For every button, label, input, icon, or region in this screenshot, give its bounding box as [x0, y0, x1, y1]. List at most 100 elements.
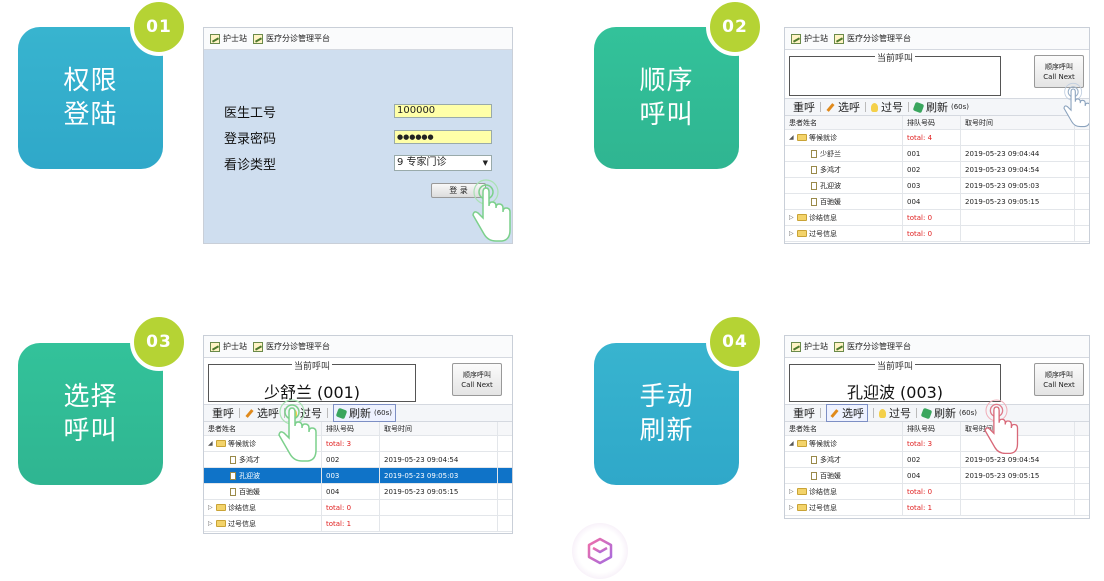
- bulb-icon: [290, 408, 297, 418]
- document-icon: [230, 455, 236, 464]
- patient-row[interactable]: 多鸿才 002 2019-05-23 09:04:54: [204, 452, 512, 468]
- nurse-station-tab[interactable]: 护士站: [210, 341, 247, 352]
- expand-down-icon: ◢: [208, 440, 213, 447]
- action-bar: 重呼 选呼 过号 刷新 (60s): [785, 404, 1089, 422]
- patient-row-selected[interactable]: 孔迎波 003 2019-05-23 09:05:03: [204, 468, 512, 484]
- current-call-legend: 当前呼叫: [874, 51, 916, 64]
- group-row-done[interactable]: ▷ 诊结信息 total: 0: [204, 500, 512, 516]
- call-window-select: 护士站 医疗分诊管理平台 当前呼叫 少舒兰 (001) 顺序呼叫 Call Ne…: [203, 335, 513, 534]
- toolbar: 护士站 医疗分诊管理平台: [785, 28, 1089, 50]
- platform-tab[interactable]: 医疗分诊管理平台: [253, 341, 330, 352]
- current-call-legend: 当前呼叫: [291, 359, 333, 372]
- skip-button[interactable]: 过号: [871, 99, 903, 115]
- select-call-button[interactable]: 选呼: [826, 99, 860, 115]
- password-label: 登录密码: [224, 132, 277, 147]
- current-call-box: 当前呼叫 少舒兰 (001): [208, 359, 416, 402]
- current-call-box: 当前呼叫: [789, 51, 1001, 96]
- nurse-station-icon: [210, 33, 220, 44]
- folder-icon: [216, 504, 226, 511]
- separator: [916, 408, 917, 418]
- cube-logo-icon: [587, 537, 613, 565]
- nurse-station-icon: [791, 33, 801, 44]
- call-next-button[interactable]: 顺序呼叫 Call Next: [1034, 55, 1084, 88]
- grid-header: 患者姓名 排队号码 取号时间: [785, 422, 1089, 436]
- skip-button[interactable]: 过号: [290, 405, 322, 421]
- platform-tab[interactable]: 医疗分诊管理平台: [834, 33, 911, 44]
- separator: [820, 102, 821, 112]
- expand-down-icon: ◢: [789, 440, 794, 447]
- visit-type-select[interactable]: 9 专家门诊 ▼: [394, 155, 492, 171]
- recall-button[interactable]: 重呼: [212, 405, 234, 421]
- patient-row[interactable]: 多鸿才 002 2019-05-23 09:04:54: [785, 162, 1089, 178]
- nurse-station-tab[interactable]: 护士站: [791, 33, 828, 44]
- group-row-waiting[interactable]: ◢ 等候就诊 total: 3: [204, 436, 512, 452]
- call-next-button[interactable]: 顺序呼叫 Call Next: [452, 363, 502, 396]
- step-badge: 03: [130, 313, 188, 371]
- expand-right-icon: ▷: [789, 488, 794, 495]
- refresh-button[interactable]: 刷新 (60s): [912, 99, 969, 115]
- recall-button[interactable]: 重呼: [793, 99, 815, 115]
- expand-right-icon: ▷: [789, 230, 794, 237]
- document-icon: [811, 455, 817, 464]
- group-row-waiting[interactable]: ◢ 等候就诊 total: 3: [785, 436, 1089, 452]
- document-icon: [811, 149, 817, 158]
- separator: [865, 102, 866, 112]
- group-row-done[interactable]: ▷ 诊结信息 total: 0: [785, 484, 1089, 500]
- group-row-skipped[interactable]: ▷ 过号信息 total: 1: [204, 516, 512, 532]
- patient-row[interactable]: 百驰媛 004 2019-05-23 09:05:15: [204, 484, 512, 500]
- refresh-icon: [920, 407, 933, 419]
- current-patient: 孔迎波 (003): [846, 383, 944, 402]
- call-window-refresh: 护士站 医疗分诊管理平台 当前呼叫 孔迎波 (003) 顺序呼叫 Call Ne…: [784, 335, 1090, 519]
- login-button[interactable]: 登 录: [431, 183, 486, 198]
- visit-type-label: 看诊类型: [224, 158, 277, 173]
- current-call-legend: 当前呼叫: [874, 359, 916, 372]
- login-window: 护士站 医疗分诊管理平台 医生工号 100000 登录密码 ●●●●●● 看诊类…: [203, 27, 513, 244]
- expand-right-icon: ▷: [789, 504, 794, 511]
- group-row-done[interactable]: ▷ 诊结信息 total: 0: [785, 210, 1089, 226]
- current-patient: 少舒兰 (001): [263, 383, 361, 402]
- document-icon: [811, 165, 817, 174]
- patient-row[interactable]: 百驰媛 004 2019-05-23 09:05:15: [785, 194, 1089, 210]
- folder-icon: [216, 520, 226, 527]
- separator: [820, 408, 821, 418]
- call-next-button[interactable]: 顺序呼叫 Call Next: [1034, 363, 1084, 396]
- doctor-id-input[interactable]: 100000: [394, 104, 492, 118]
- call-window-sequential: 护士站 医疗分诊管理平台 当前呼叫 顺序呼叫 Call Next 重呼 选呼 过…: [784, 27, 1090, 244]
- group-row-skipped[interactable]: ▷ 过号信息 total: 0: [785, 226, 1089, 242]
- select-call-button[interactable]: 选呼: [245, 405, 279, 421]
- folder-icon: [797, 504, 807, 511]
- document-icon: [230, 487, 236, 496]
- platform-tab[interactable]: 医疗分诊管理平台: [834, 341, 911, 352]
- step-title: 选择 呼叫: [63, 382, 118, 446]
- step-badge: 01: [130, 0, 188, 56]
- folder-icon: [216, 440, 226, 447]
- select-call-button[interactable]: 选呼: [826, 404, 868, 422]
- refresh-button[interactable]: 刷新 (60s): [920, 405, 977, 421]
- refresh-button[interactable]: 刷新 (60s): [333, 404, 397, 422]
- recall-button[interactable]: 重呼: [793, 405, 815, 421]
- action-bar: 重呼 选呼 过号 刷新 (60s): [204, 404, 512, 422]
- patient-row[interactable]: 孔迎波 003 2019-05-23 09:05:03: [785, 178, 1089, 194]
- folder-icon: [797, 230, 807, 237]
- platform-tab[interactable]: 医疗分诊管理平台: [253, 33, 330, 44]
- group-row-skipped[interactable]: ▷ 过号信息 total: 1: [785, 500, 1089, 516]
- nurse-station-tab[interactable]: 护士站: [210, 33, 247, 44]
- skip-button[interactable]: 过号: [879, 405, 911, 421]
- pencil-icon: [826, 103, 835, 112]
- pencil-icon: [830, 409, 839, 418]
- password-input[interactable]: ●●●●●●: [394, 130, 492, 144]
- folder-icon: [797, 214, 807, 221]
- nurse-station-tab[interactable]: 护士站: [791, 341, 828, 352]
- nurse-station-icon: [791, 341, 801, 352]
- patient-row[interactable]: 百驰媛 004 2019-05-23 09:05:15: [785, 468, 1089, 484]
- patient-row[interactable]: 多鸿才 002 2019-05-23 09:04:54: [785, 452, 1089, 468]
- step-badge: 04: [706, 313, 764, 371]
- patient-row[interactable]: 少舒兰 001 2019-05-23 09:04:44: [785, 146, 1089, 162]
- group-row-waiting[interactable]: ◢ 等候就诊 total: 4: [785, 130, 1089, 146]
- login-form: 医生工号 100000 登录密码 ●●●●●● 看诊类型 9 专家门诊 ▼ 登 …: [204, 50, 512, 243]
- platform-icon: [253, 33, 263, 44]
- step-badge: 02: [706, 0, 764, 56]
- folder-icon: [797, 488, 807, 495]
- grid-header: 患者姓名 排队号码 取号时间: [785, 116, 1089, 130]
- folder-icon: [797, 134, 807, 141]
